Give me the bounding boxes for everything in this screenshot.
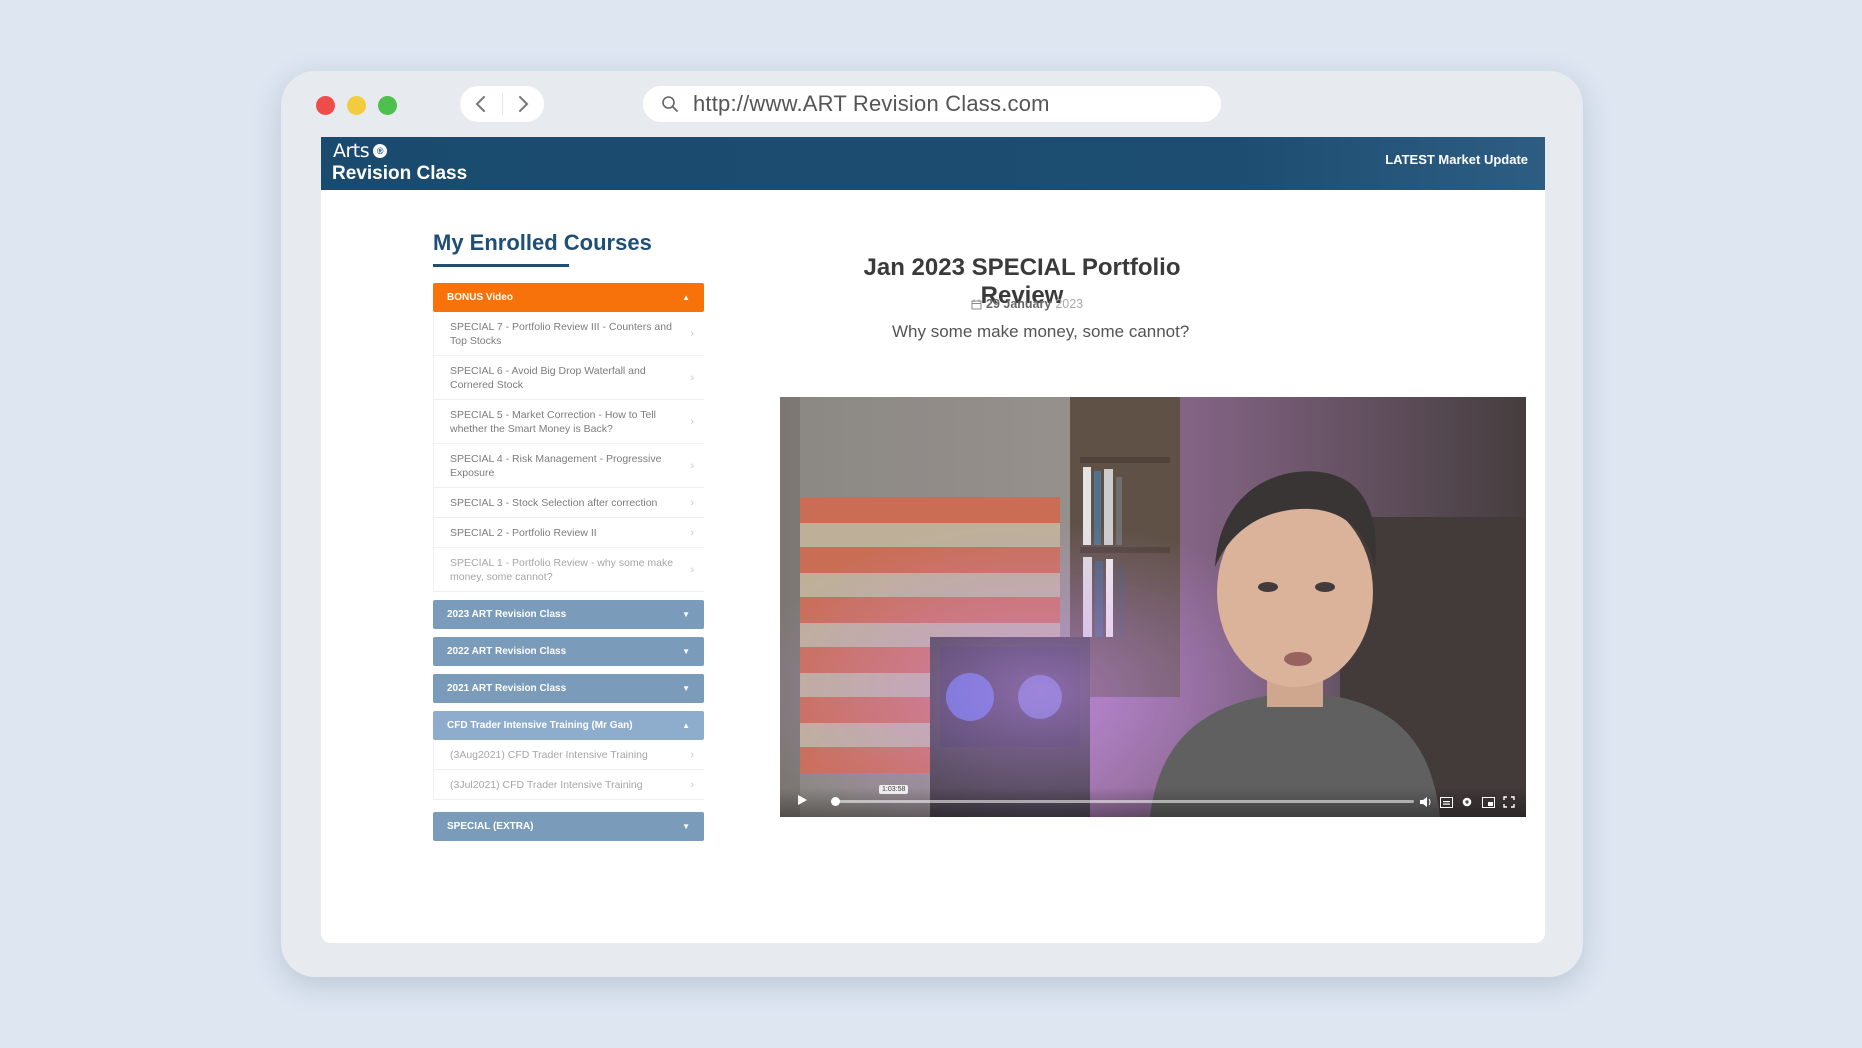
chevron-right-icon: › — [690, 459, 694, 472]
section-2023-revision[interactable]: 2023 ART Revision Class ▼ — [433, 600, 704, 629]
list-item[interactable]: SPECIAL 5 - Market Correction - How to T… — [434, 400, 704, 444]
video-progress-bar[interactable]: 1:03:58 — [831, 785, 1414, 806]
lesson-label: (3Aug2021) CFD Trader Intensive Training — [450, 748, 648, 761]
date-year: 2023 — [1055, 297, 1084, 311]
lesson-label: SPECIAL 6 - Avoid Big Drop Waterfall and… — [450, 364, 646, 391]
list-item[interactable]: SPECIAL 6 - Avoid Big Drop Waterfall and… — [434, 356, 704, 400]
section-special-extra[interactable]: SPECIAL (EXTRA) ▼ — [433, 812, 704, 841]
fullscreen-icon[interactable] — [1502, 795, 1516, 809]
caret-up-icon: ▲ — [682, 293, 690, 302]
address-bar[interactable]: http://www.ART Revision Class.com — [643, 86, 1221, 122]
section-2022-revision[interactable]: 2022 ART Revision Class ▼ — [433, 637, 704, 666]
caret-down-icon: ▼ — [682, 647, 690, 656]
logo-text: Arts — [333, 140, 370, 162]
list-item[interactable]: SPECIAL 4 - Risk Management - Progressiv… — [434, 444, 704, 488]
picture-in-picture-icon[interactable] — [1481, 795, 1495, 809]
enrolled-courses-title: My Enrolled Courses — [433, 230, 652, 255]
lesson-label: SPECIAL 1 - Portfolio Review - why some … — [450, 556, 674, 583]
post-date: 29 January 2023 — [971, 297, 1083, 311]
chevron-right-icon: › — [690, 496, 694, 509]
settings-gear-icon[interactable] — [1460, 795, 1474, 809]
chevron-right-icon: › — [690, 748, 694, 761]
site-logo[interactable]: Arts ® — [333, 140, 388, 162]
logo-badge-icon: ® — [373, 144, 388, 158]
section-label: BONUS Video — [447, 292, 513, 303]
chevron-right-icon: › — [690, 563, 694, 576]
chevron-left-icon — [475, 96, 485, 112]
captions-icon[interactable] — [1439, 795, 1453, 809]
chevron-right-icon: › — [690, 415, 694, 428]
maximize-window-button[interactable] — [378, 96, 397, 115]
forward-button[interactable] — [502, 86, 544, 122]
site-header: Arts ® Revision Class LATEST Market Upda… — [321, 137, 1545, 190]
video-frame-image — [780, 397, 1526, 817]
chevron-right-icon: › — [690, 327, 694, 340]
chevron-right-icon — [519, 96, 529, 112]
list-item[interactable]: SPECIAL 3 - Stock Selection after correc… — [434, 488, 704, 518]
play-icon[interactable] — [796, 793, 808, 811]
video-player[interactable]: 1:03:58 — [780, 397, 1526, 817]
volume-icon[interactable] — [1418, 795, 1432, 809]
calendar-icon — [971, 299, 982, 309]
section-label: 2021 ART Revision Class — [447, 683, 567, 694]
video-subtitle: Why some make money, some cannot? — [892, 322, 1190, 341]
video-control-icons — [1418, 795, 1516, 809]
list-item[interactable]: SPECIAL 2 - Portfolio Review II › — [434, 518, 704, 548]
cfd-list: (3Aug2021) CFD Trader Intensive Training… — [433, 740, 704, 800]
search-icon — [661, 95, 679, 113]
chevron-right-icon: › — [690, 371, 694, 384]
video-duration: 1:03:58 — [879, 785, 909, 794]
title-underline — [433, 264, 569, 267]
minimize-window-button[interactable] — [347, 96, 366, 115]
lesson-label: SPECIAL 5 - Market Correction - How to T… — [450, 408, 656, 435]
caret-down-icon: ▼ — [682, 610, 690, 619]
list-item[interactable]: (3Jul2021) CFD Trader Intensive Training… — [434, 770, 704, 800]
close-window-button[interactable] — [316, 96, 335, 115]
chevron-right-icon: › — [690, 778, 694, 791]
chevron-right-icon: › — [690, 526, 694, 539]
section-bonus-video[interactable]: BONUS Video ▲ — [433, 283, 704, 312]
list-item-active[interactable]: SPECIAL 1 - Portfolio Review - why some … — [434, 548, 704, 592]
lesson-label: SPECIAL 7 - Portfolio Review III - Count… — [450, 320, 672, 347]
bonus-video-list: SPECIAL 7 - Portfolio Review III - Count… — [433, 312, 704, 592]
latest-market-update-link[interactable]: LATEST Market Update — [1385, 152, 1528, 167]
list-item[interactable]: SPECIAL 7 - Portfolio Review III - Count… — [434, 312, 704, 356]
section-2021-revision[interactable]: 2021 ART Revision Class ▼ — [433, 674, 704, 703]
caret-down-icon: ▼ — [682, 684, 690, 693]
section-label: SPECIAL (EXTRA) — [447, 821, 534, 832]
browser-window: http://www.ART Revision Class.com Arts ®… — [281, 71, 1583, 977]
web-page: Arts ® Revision Class LATEST Market Upda… — [321, 137, 1545, 943]
progress-handle[interactable] — [831, 797, 840, 806]
lesson-label: SPECIAL 2 - Portfolio Review II — [450, 526, 597, 539]
date-day: 29 January — [986, 297, 1052, 311]
caret-down-icon: ▼ — [682, 822, 690, 831]
lesson-label: SPECIAL 3 - Stock Selection after correc… — [450, 496, 658, 509]
section-label: 2022 ART Revision Class — [447, 646, 567, 657]
caret-up-icon: ▲ — [682, 721, 690, 730]
navigation-buttons — [460, 86, 544, 122]
url-text: http://www.ART Revision Class.com — [693, 91, 1050, 116]
section-cfd-trader[interactable]: CFD Trader Intensive Training (Mr Gan) ▲ — [433, 711, 704, 740]
section-label: 2023 ART Revision Class — [447, 609, 567, 620]
video-controls: 1:03:58 — [780, 785, 1526, 817]
lesson-label: SPECIAL 4 - Risk Management - Progressiv… — [450, 452, 662, 479]
course-sidebar: BONUS Video ▲ SPECIAL 7 - Portfolio Revi… — [433, 283, 704, 841]
section-label: CFD Trader Intensive Training (Mr Gan) — [447, 720, 633, 731]
list-item[interactable]: (3Aug2021) CFD Trader Intensive Training… — [434, 740, 704, 770]
back-button[interactable] — [460, 86, 502, 122]
logo-subtitle: Revision Class — [332, 163, 468, 184]
lesson-label: (3Jul2021) CFD Trader Intensive Training — [450, 778, 643, 791]
